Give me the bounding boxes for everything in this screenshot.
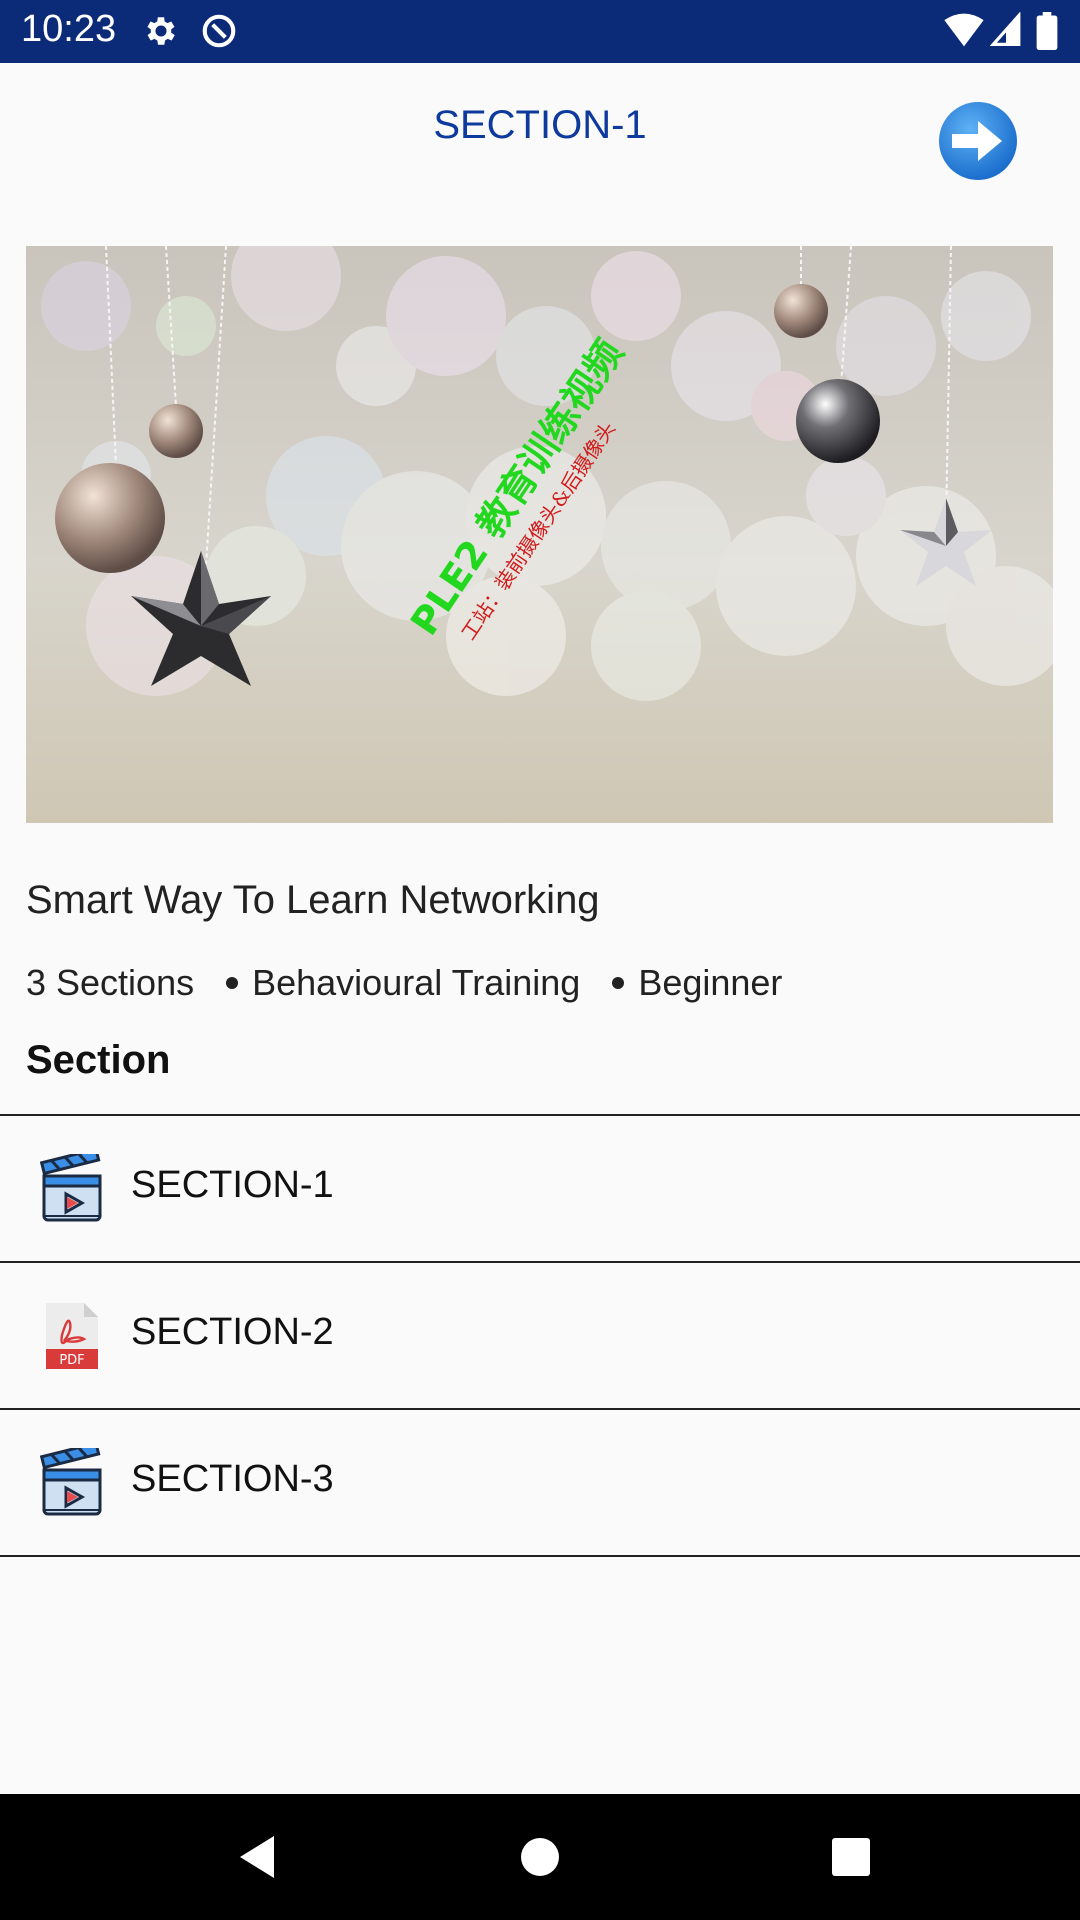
course-level: Beginner [638, 962, 783, 1003]
video-clapperboard-icon [40, 1154, 102, 1222]
data-saver-icon [202, 14, 236, 48]
next-section-button[interactable] [938, 101, 1018, 181]
status-bar: 10:23 [0, 0, 1080, 63]
video-clapperboard-icon [40, 1448, 102, 1516]
pdf-label: PDF [59, 1353, 84, 1368]
wifi-icon [944, 13, 984, 47]
course-meta: 3 Sections Behavioural Training Beginner [26, 962, 782, 1004]
home-circle-icon[interactable] [519, 1832, 561, 1882]
system-nav-bar [0, 1794, 1080, 1920]
page-title: SECTION-1 [433, 103, 647, 147]
course-thumbnail-image: PLE2 教育训练视频 工站：装前摄像头&后摄像头 [26, 246, 1053, 823]
course-title: Smart Way To Learn Networking [26, 878, 600, 922]
section-row-2[interactable]: PDF SECTION-2 [0, 1261, 1080, 1408]
bullet-dot [226, 977, 239, 989]
arrow-right-circle-icon [939, 102, 1017, 180]
section-list: SECTION-1 PDF SECTION-2 SECTION-3 [0, 1114, 1080, 1557]
cellular-signal-icon [990, 12, 1021, 46]
section-row-label: SECTION-3 [131, 1458, 334, 1500]
section-heading: Section [26, 1038, 171, 1082]
battery-icon [1036, 12, 1058, 50]
section-row-1[interactable]: SECTION-1 [0, 1114, 1080, 1261]
gear-icon [147, 17, 175, 45]
course-thumbnail[interactable]: PLE2 教育训练视频 工站：装前摄像头&后摄像头 [26, 246, 1053, 823]
section-row-3[interactable]: SECTION-3 [0, 1408, 1080, 1557]
course-category: Behavioural Training [252, 962, 581, 1003]
section-row-label: SECTION-1 [131, 1164, 334, 1206]
app-bar: SECTION-1 [0, 63, 1080, 203]
status-time: 10:23 [21, 8, 117, 50]
sections-count: 3 Sections [26, 962, 195, 1003]
bullet-dot [612, 977, 625, 989]
section-row-label: SECTION-2 [131, 1311, 334, 1353]
recents-square-icon[interactable] [830, 1832, 872, 1882]
back-triangle-icon[interactable] [234, 1832, 284, 1882]
pdf-file-icon: PDF [46, 1303, 98, 1369]
